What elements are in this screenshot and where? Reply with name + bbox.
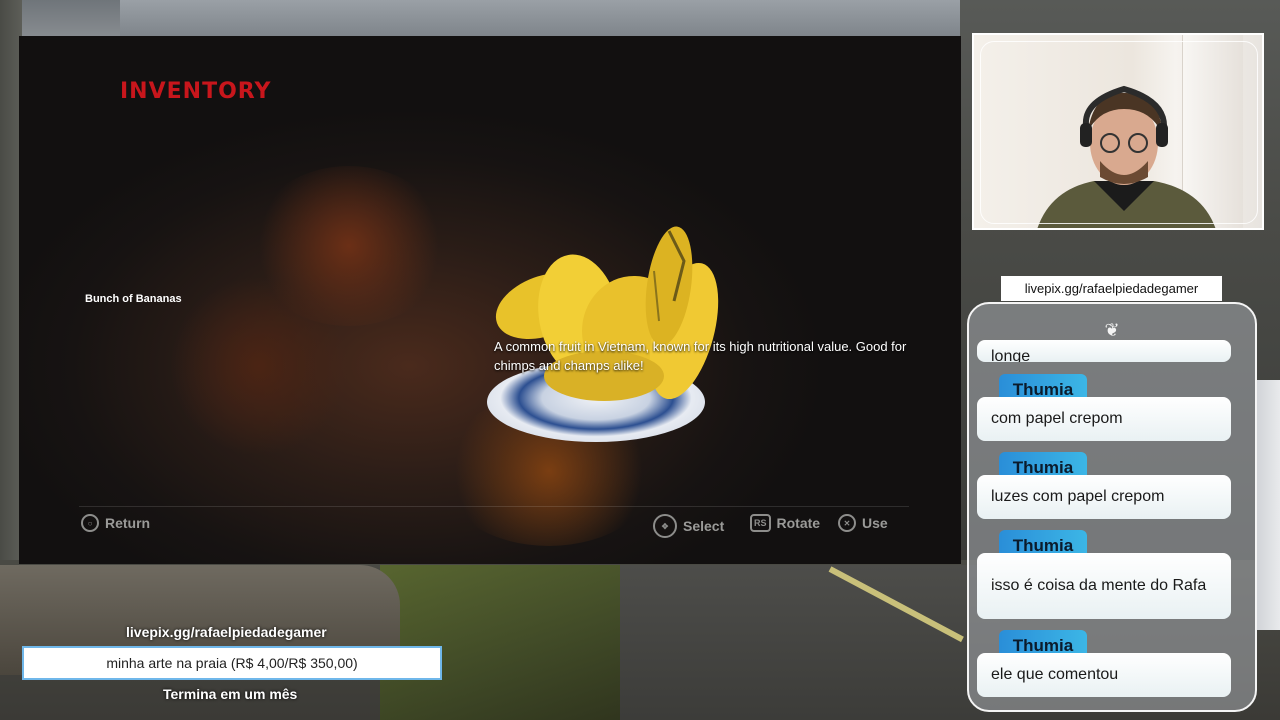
rotate-label: Rotate: [776, 515, 821, 531]
chat-message: ele que comentou: [977, 653, 1231, 697]
left-stick-icon: ✥: [653, 514, 677, 538]
right-stick-icon: RS: [750, 514, 771, 532]
rotate-control[interactable]: RS Rotate: [750, 514, 820, 532]
cross-button-icon: ✕: [838, 514, 856, 532]
chat-message: longe: [977, 340, 1231, 362]
item-description: A common fruit in Vietnam, known for its…: [494, 339, 907, 373]
select-label: Select: [683, 518, 725, 534]
game-background-glow: [169, 276, 349, 456]
donation-goal-text: minha arte na praia (R$ 4,00/R$ 350,00): [106, 655, 358, 671]
background-sky: [120, 0, 980, 40]
webcam-ornate-frame: [980, 41, 1258, 224]
return-control[interactable]: ○ Return: [81, 514, 150, 532]
webcam-overlay: [972, 33, 1264, 230]
chat-message: luzes com papel crepom: [977, 475, 1231, 519]
return-label: Return: [105, 515, 151, 531]
donation-subtitle: Termina em um mês: [163, 686, 298, 702]
chat-message: com papel crepom: [977, 397, 1231, 441]
use-label: Use: [862, 515, 888, 531]
use-control[interactable]: ✕ Use: [838, 514, 888, 532]
item-name[interactable]: Bunch of Bananas: [85, 293, 182, 305]
background-police-car: [1255, 380, 1280, 630]
chat-donation-url: livepix.gg/rafaelpiedadegamer: [1001, 276, 1222, 301]
chat-message-text: isso é coisa da mente do Rafa: [991, 577, 1207, 594]
select-control[interactable]: ✥ Select: [653, 514, 724, 538]
donation-goal-bar: minha arte na praia (R$ 4,00/R$ 350,00): [22, 646, 442, 680]
chat-message-text: ele que comentou: [991, 666, 1119, 683]
circle-button-icon: ○: [81, 514, 99, 532]
chat-message: isso é coisa da mente do Rafa: [977, 553, 1231, 619]
bananas-model[interactable]: [484, 211, 746, 411]
chat-panel: ❦ longe Thumia com papel crepom Thumia l…: [967, 302, 1257, 712]
chat-ornament-icon: ❦: [1104, 320, 1120, 340]
inventory-title: INVENTORY: [120, 79, 272, 104]
game-window: INVENTORY Bunch of Bananas A common frui…: [19, 36, 961, 564]
controls-divider: [79, 506, 909, 507]
background-grass: [380, 565, 620, 720]
donation-url: livepix.gg/rafaelpiedadegamer: [126, 624, 327, 640]
chat-message-text: com papel crepom: [991, 410, 1123, 427]
chat-message-text: longe: [991, 348, 1031, 362]
chat-message-text: luzes com papel crepom: [991, 488, 1165, 505]
